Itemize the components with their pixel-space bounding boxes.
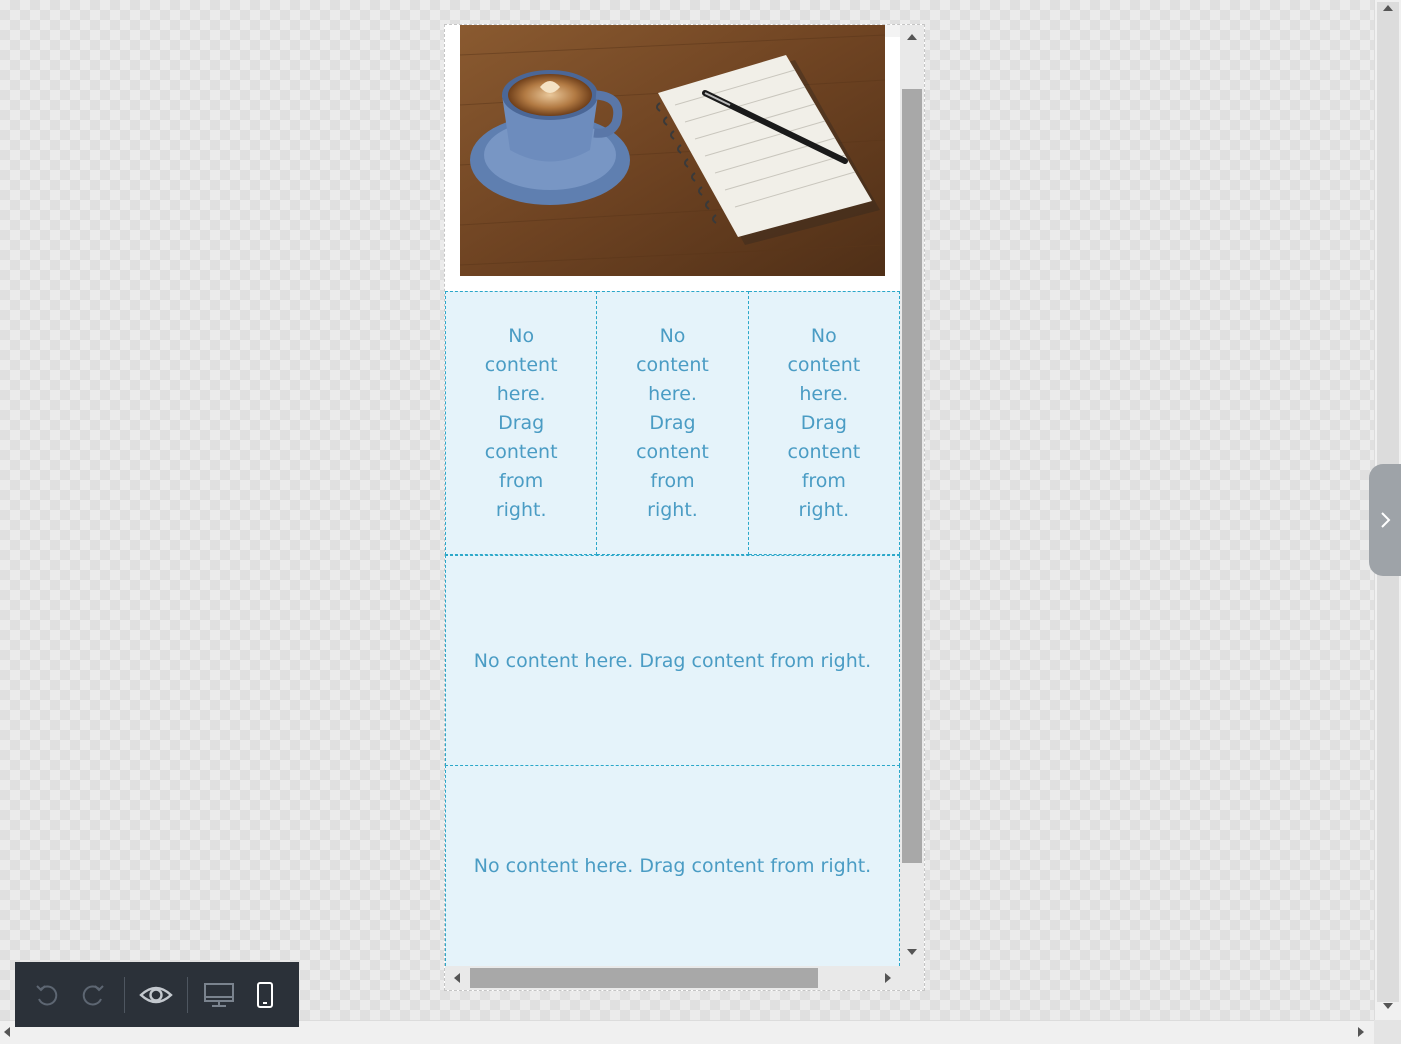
hero-image-block[interactable]: [445, 25, 900, 291]
column-drop-zone-2[interactable]: No content here. Drag content from right…: [597, 291, 749, 555]
preview-scroll-down-arrow[interactable]: [907, 949, 917, 955]
eye-icon: [139, 986, 173, 1003]
coffee-notebook-image: [460, 25, 885, 276]
drop-zone-placeholder: No content here. Drag content from right…: [473, 855, 872, 877]
toolbar-divider: [124, 976, 125, 1013]
email-canvas: No content here. Drag content from right…: [445, 25, 900, 966]
preview-scroll-up-arrow[interactable]: [907, 34, 917, 40]
toolbar-divider: [187, 976, 188, 1013]
three-column-row: No content here. Drag content from right…: [445, 291, 900, 555]
row-drop-zone-1[interactable]: No content here. Drag content from right…: [445, 555, 900, 766]
page-scroll-left-arrow[interactable]: [4, 1027, 10, 1037]
redo-icon: [82, 984, 104, 1005]
drop-zone-placeholder: No content here. Drag content from right…: [484, 324, 558, 521]
drop-zone-placeholder: No content here. Drag content from right…: [636, 324, 709, 521]
preview-vertical-scrollbar[interactable]: [900, 25, 924, 966]
page-scroll-right-arrow[interactable]: [1358, 1027, 1364, 1037]
undo-icon: [36, 984, 58, 1005]
preview-scroll-right-arrow[interactable]: [885, 973, 891, 983]
page-scroll-up-arrow[interactable]: [1383, 5, 1393, 11]
preview-scroll-left-arrow[interactable]: [454, 973, 460, 983]
chevron-right-icon: [1381, 512, 1391, 528]
desktop-icon: [204, 982, 234, 1007]
desktop-view-button[interactable]: [196, 972, 242, 1018]
page-scroll-corner: [1374, 1020, 1401, 1044]
drop-zone-placeholder: No content here. Drag content from right…: [473, 649, 872, 672]
undo-button[interactable]: [24, 972, 70, 1018]
preview-button[interactable]: [133, 972, 179, 1018]
page-scroll-down-arrow[interactable]: [1383, 1003, 1393, 1009]
editor-toolbar: [15, 962, 299, 1027]
panel-toggle-button[interactable]: [1369, 464, 1401, 576]
column-drop-zone-1[interactable]: No content here. Drag content from right…: [445, 291, 598, 555]
mobile-view-button[interactable]: [242, 972, 288, 1018]
preview-horizontal-scroll-thumb[interactable]: [470, 968, 818, 988]
preview-horizontal-scrollbar[interactable]: [445, 966, 900, 990]
column-drop-zone-3[interactable]: No content here. Drag content from right…: [748, 291, 900, 555]
preview-vertical-scroll-thumb[interactable]: [902, 89, 922, 863]
preview-scroll-corner: [900, 966, 924, 990]
mobile-preview-frame: No content here. Drag content from right…: [444, 24, 925, 991]
mobile-icon: [257, 981, 273, 1008]
row-drop-zone-2[interactable]: No content here. Drag content from right…: [445, 765, 900, 966]
drop-zone-placeholder: No content here. Drag content from right…: [787, 324, 861, 521]
hero-image[interactable]: [460, 25, 885, 276]
redo-button[interactable]: [70, 972, 116, 1018]
